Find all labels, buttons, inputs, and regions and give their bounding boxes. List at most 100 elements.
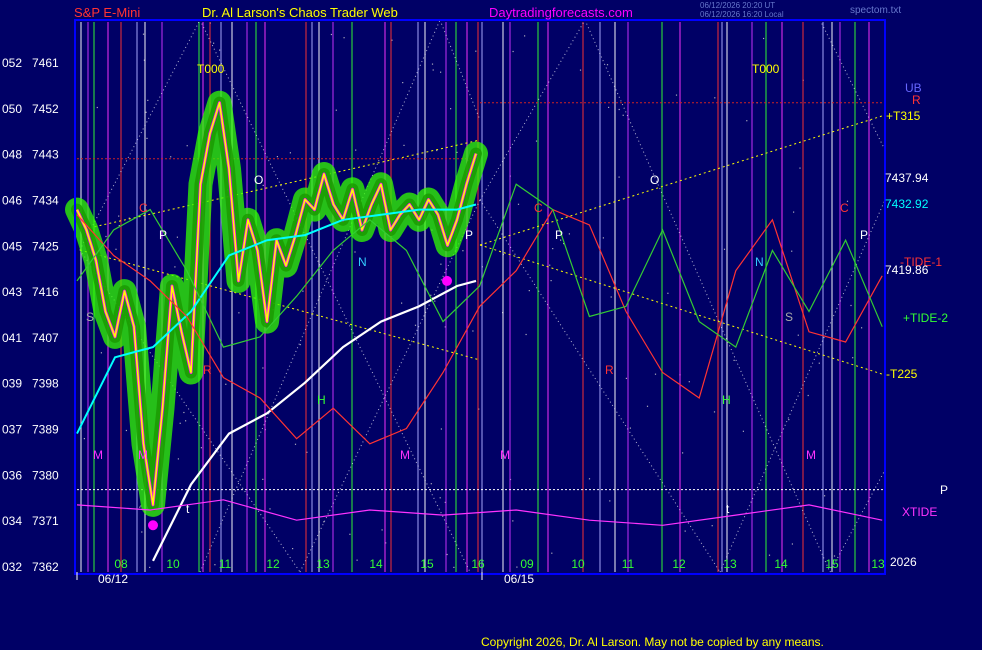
star: [262, 478, 264, 480]
x-tick-label: 11: [219, 557, 232, 571]
star: [472, 330, 474, 332]
star: [450, 108, 452, 110]
marker-P: P: [465, 228, 473, 242]
star: [177, 458, 179, 460]
star: [799, 167, 801, 169]
star: [568, 233, 570, 235]
star: [219, 49, 221, 51]
chart: 052 7461 050 7452 048 7443 046 7434 045 7425 043 74…: [0, 0, 982, 650]
x-tick-label: 11: [622, 557, 635, 571]
star: [149, 566, 151, 568]
star: [688, 381, 690, 383]
t315-label: +T315: [886, 109, 921, 123]
marker-N: N: [358, 255, 367, 269]
y-tick-code: 041: [2, 331, 22, 345]
y-tick-label: 7425: [32, 239, 59, 253]
star: [723, 248, 726, 250]
star: [96, 106, 98, 109]
star: [675, 94, 678, 96]
star: [343, 37, 345, 39]
star: [606, 64, 609, 66]
star: [625, 377, 627, 379]
x-tick-label: 16: [471, 557, 485, 571]
marker-S: S: [785, 310, 793, 324]
marker-R: R: [203, 363, 212, 377]
x-tick-label: 13: [871, 557, 885, 571]
star: [824, 495, 826, 497]
marker-C: C: [840, 201, 849, 215]
star: [588, 478, 591, 480]
star: [176, 236, 178, 238]
star: [100, 352, 102, 354]
star: [852, 357, 854, 359]
star: [225, 383, 227, 385]
star: [629, 427, 631, 429]
star: [294, 443, 297, 445]
star: [512, 50, 514, 53]
star: [289, 152, 291, 154]
star: [610, 296, 612, 298]
star: [292, 548, 294, 550]
timestamp-ut: 06/12/2026 20:20 UT: [700, 1, 776, 10]
star: [430, 294, 432, 296]
star: [807, 394, 809, 397]
star: [713, 411, 716, 413]
star: [432, 69, 434, 71]
star: [524, 35, 526, 37]
marker-C: C: [139, 201, 148, 215]
star: [667, 292, 669, 294]
star: [516, 566, 518, 568]
star: [142, 33, 145, 35]
marker-H: H: [317, 393, 326, 407]
star: [238, 312, 240, 314]
copyright: Copyright 2026, Dr. Al Larson. May not b…: [481, 635, 824, 649]
star: [622, 114, 624, 116]
star: [682, 452, 684, 454]
star: [183, 411, 185, 414]
y-tick-code: 045: [2, 239, 22, 253]
marker-M: M: [138, 448, 148, 462]
p-marker-label: P: [940, 483, 948, 497]
xtide-label: XTIDE: [902, 505, 937, 519]
star: [414, 324, 417, 326]
star: [402, 82, 404, 84]
star: [401, 302, 403, 304]
t225-label: -T225: [886, 367, 918, 381]
marker-O: O: [254, 173, 263, 187]
x-tick-label: 12: [266, 557, 280, 571]
star: [618, 176, 620, 178]
star: [763, 37, 765, 40]
star: [684, 530, 686, 532]
marker-M: M: [500, 448, 510, 462]
site-link[interactable]: Daytradingforecasts.com: [489, 5, 633, 20]
close-price-label: 7437.94: [885, 171, 929, 185]
star: [356, 559, 358, 561]
star: [430, 483, 432, 485]
marker-R: R: [605, 363, 614, 377]
y-tick-code: 048: [2, 148, 22, 162]
star: [354, 251, 356, 253]
y-tick-code: 034: [2, 514, 22, 528]
star: [768, 554, 771, 556]
star: [475, 50, 477, 52]
marker-H: H: [722, 393, 731, 407]
star: [434, 300, 436, 302]
marker-M: M: [93, 448, 103, 462]
star: [330, 33, 332, 36]
x-tick-label: 15: [825, 557, 839, 571]
x-tick-label: 10: [571, 557, 585, 571]
x-tick-label: 15: [420, 557, 434, 571]
star: [549, 264, 551, 266]
star: [714, 97, 716, 99]
star: [608, 106, 610, 108]
y-tick-code: 050: [2, 102, 22, 116]
star: [440, 263, 442, 265]
timestamp-local: 06/12/2026 16:20 Local: [700, 10, 784, 19]
date-label: 06/15: [504, 572, 534, 586]
star: [535, 140, 538, 142]
star: [139, 506, 141, 508]
average-price-label: 7432.92: [885, 197, 929, 211]
star: [525, 333, 527, 336]
y-tick-label: 7461: [32, 56, 59, 70]
y-tick-code: 039: [2, 377, 22, 391]
